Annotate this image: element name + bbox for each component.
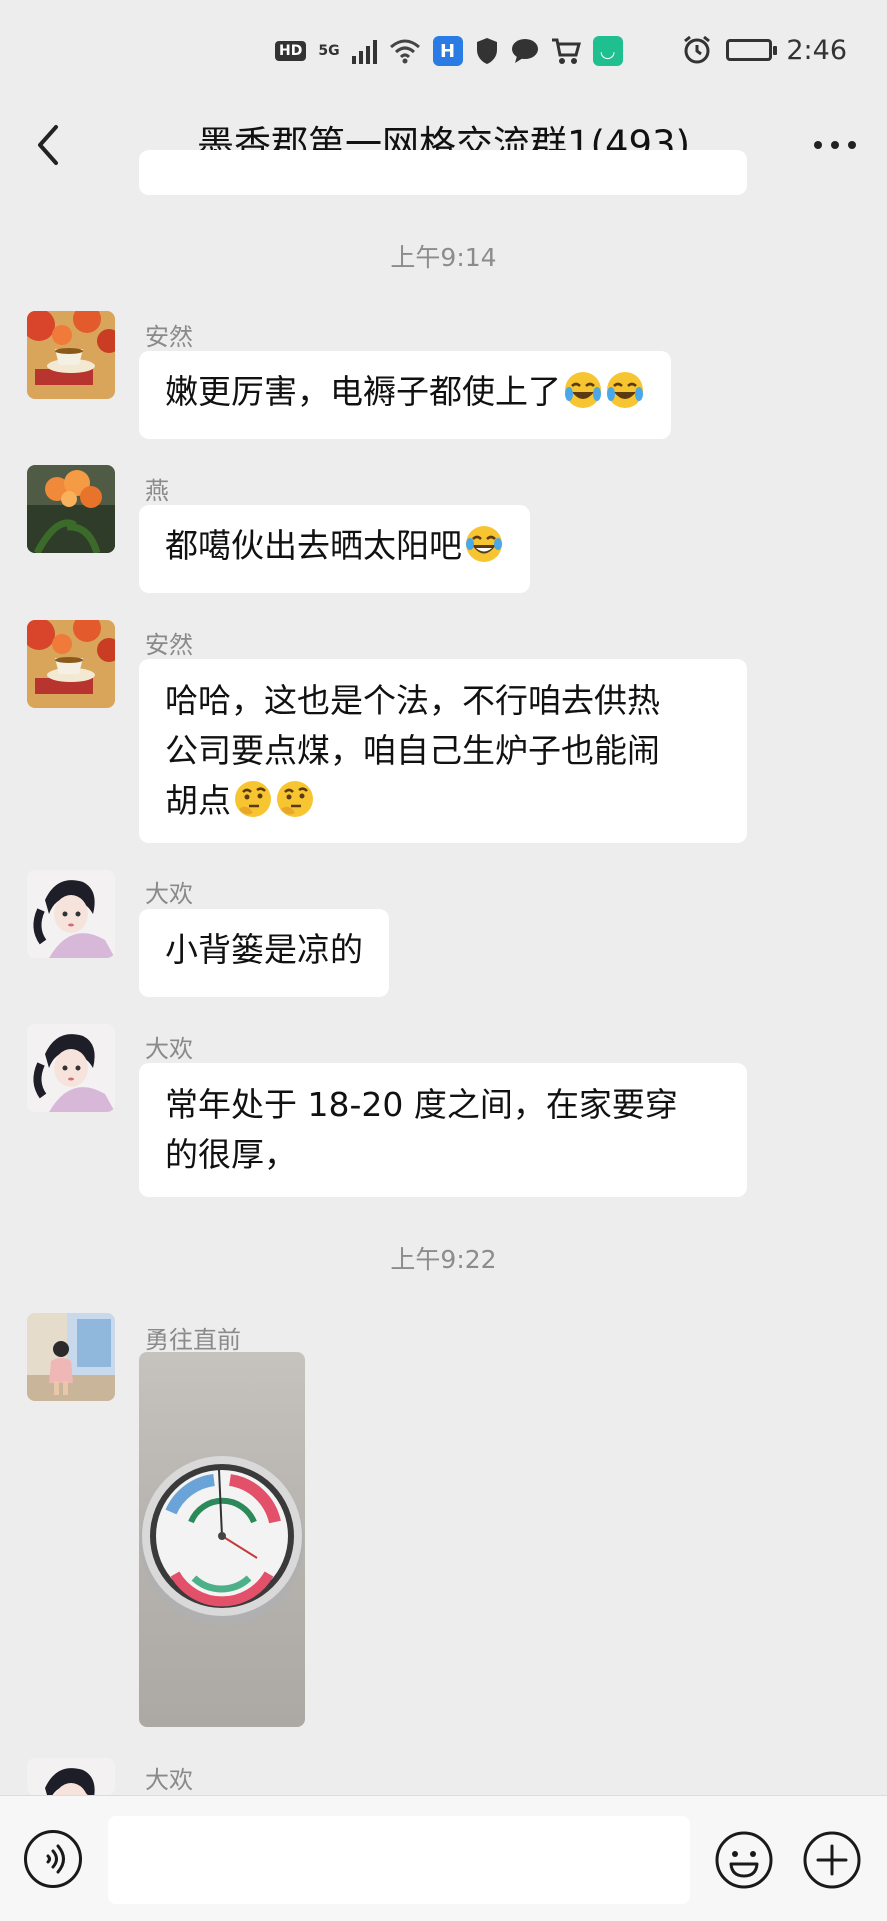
- sender-name: 大欢: [145, 1766, 193, 1794]
- wifi-icon: [389, 39, 420, 64]
- more-options-icon[interactable]: [805, 122, 865, 168]
- message-text-line: 胡点: [165, 781, 231, 820]
- sender-name: 安然: [145, 631, 193, 659]
- status-bar: HD 5G H ◡ 2:46: [0, 0, 887, 100]
- timestamp: 上午9:14: [390, 243, 497, 272]
- avatar[interactable]: [27, 465, 115, 553]
- sender-name: 燕: [145, 477, 169, 505]
- alarm-icon: [684, 35, 711, 64]
- avatar[interactable]: [27, 870, 115, 958]
- thermometer-hygrometer-photo[interactable]: [139, 1352, 305, 1727]
- thinking-emoji: [277, 781, 313, 817]
- shop-app-icon: ◡: [592, 36, 623, 66]
- battery-icon: [726, 39, 778, 61]
- message-bubble[interactable]: 小背篓是凉的: [139, 909, 389, 997]
- message-icon: [511, 39, 538, 63]
- sender-name: 安然: [145, 323, 193, 351]
- clock: 2:46: [786, 34, 847, 66]
- message-text-line: 公司要点煤，咱自己生炉子也能闹: [165, 731, 660, 770]
- status-icons: HD 5G H ◡: [275, 34, 623, 68]
- avatar[interactable]: [27, 1024, 115, 1112]
- message-text: 都噶伙出去晒太阳吧: [165, 526, 462, 565]
- message-input[interactable]: [108, 1816, 690, 1904]
- voice-icon[interactable]: [24, 1830, 82, 1888]
- signal-icon: [351, 38, 377, 64]
- message-bubble[interactable]: 常年处于 18-20 度之间，在家要穿 的很厚，: [139, 1063, 747, 1197]
- message-bubble[interactable]: 都噶伙出去晒太阳吧: [139, 505, 530, 593]
- sender-name: 勇往直前: [145, 1326, 241, 1354]
- message-text: 小背篓是凉的: [165, 930, 363, 969]
- laughing-crying-emoji: [565, 372, 601, 408]
- message-bubble[interactable]: 哈哈，这也是个法，不行咱去供热 公司要点煤，咱自己生炉子也能闹 胡点: [139, 659, 747, 843]
- laughing-crying-emoji: [607, 372, 643, 408]
- hd-icon: HD: [275, 41, 307, 61]
- message-bubble[interactable]: 嫩更厉害，电褥子都使上了: [139, 351, 671, 439]
- plus-icon[interactable]: [802, 1830, 862, 1890]
- message-text: 嫩更厉害，电褥子都使上了: [165, 372, 561, 411]
- input-bar: [0, 1795, 887, 1921]
- message-text-line: 哈哈，这也是个法，不行咱去供热: [165, 681, 660, 720]
- sender-name: 大欢: [145, 1035, 193, 1063]
- previous-message-bubble[interactable]: [139, 150, 747, 195]
- avatar[interactable]: [27, 1758, 115, 1795]
- avatar[interactable]: [27, 311, 115, 399]
- cart-icon: [551, 38, 581, 64]
- thinking-emoji: [235, 781, 271, 817]
- avatar[interactable]: [27, 620, 115, 708]
- message-text-line: 常年处于 18-20 度之间，在家要穿: [165, 1085, 678, 1124]
- timestamp: 上午9:22: [390, 1245, 497, 1274]
- network-type: 5G: [318, 43, 340, 59]
- tears-of-joy-emoji: [466, 526, 502, 562]
- back-arrow-icon[interactable]: [20, 115, 80, 175]
- shield-icon: [476, 38, 497, 64]
- sender-name: 大欢: [145, 880, 193, 908]
- emoji-icon[interactable]: [714, 1830, 774, 1890]
- app-notification-icon: H: [432, 36, 463, 66]
- message-text-line: 的很厚，: [165, 1135, 297, 1174]
- avatar[interactable]: [27, 1313, 115, 1401]
- status-right: 2:46: [682, 30, 847, 70]
